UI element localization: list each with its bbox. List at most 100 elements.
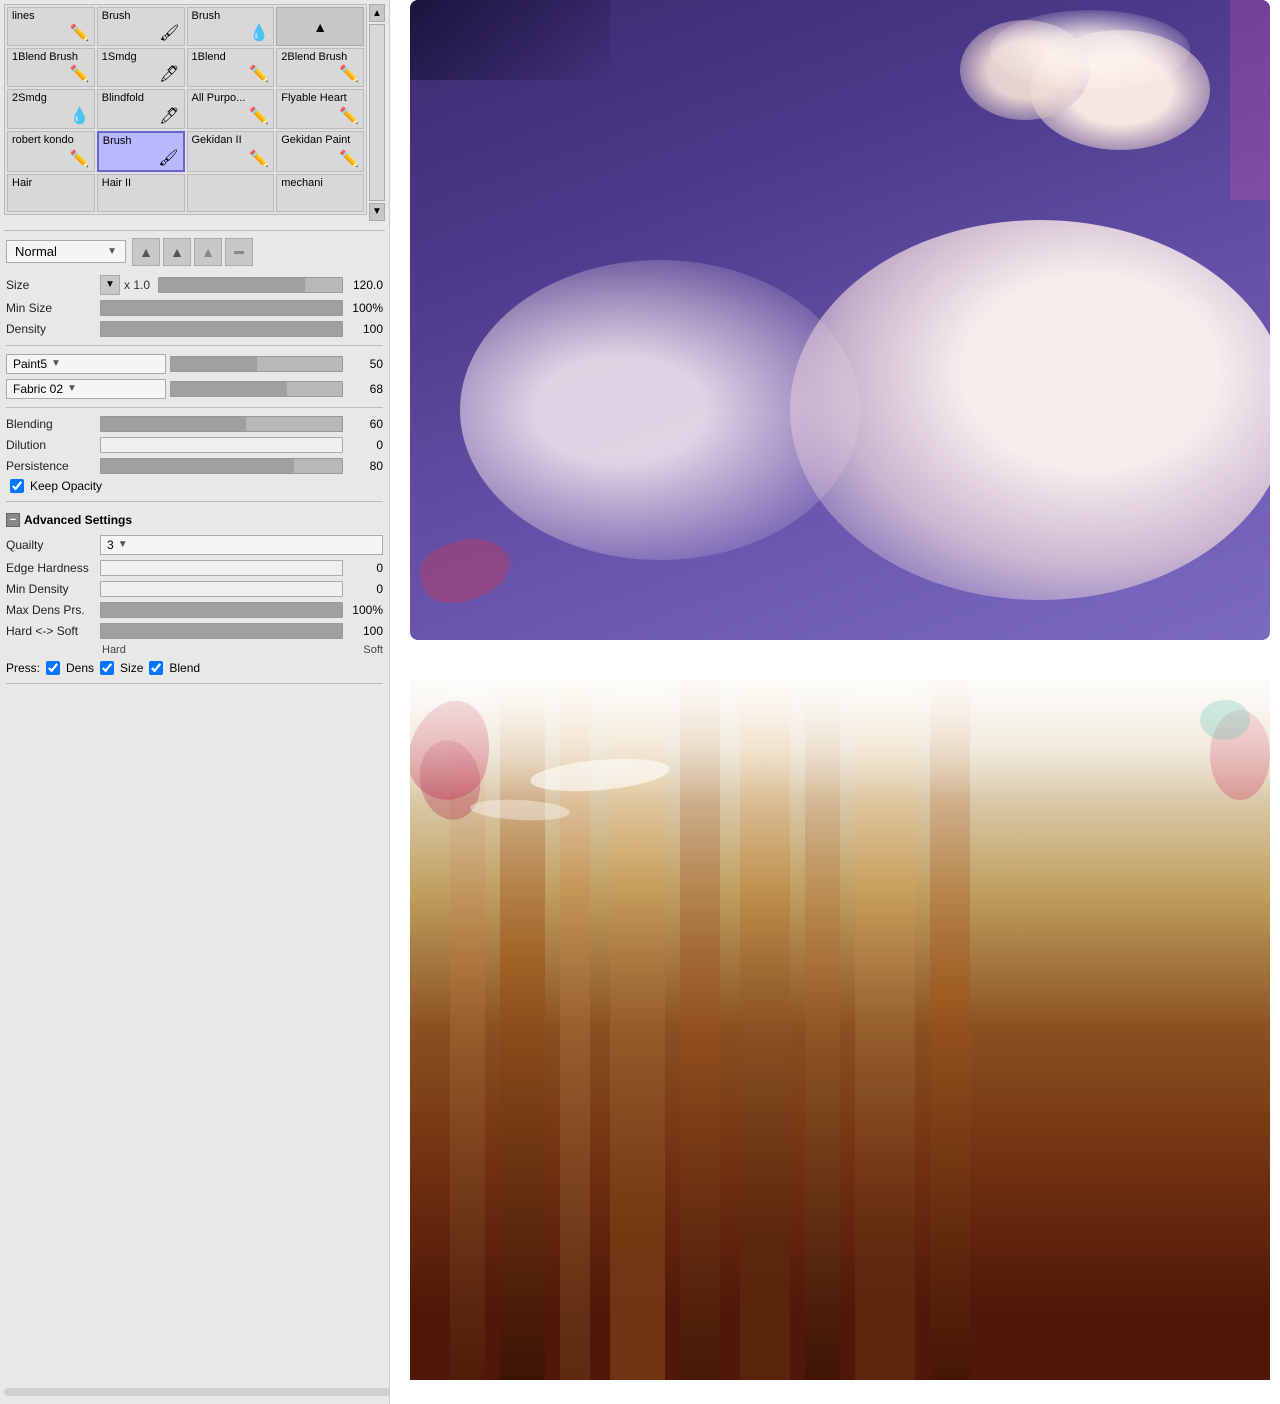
- paint-mark-1: [412, 526, 517, 613]
- brush-grid: lines ✏️ Brush 🖌 Brush 💧 ▲ 1Blend Brush …: [4, 4, 367, 215]
- max-dens-prs-slider[interactable]: [100, 602, 343, 618]
- brush-cell-hair2[interactable]: Hair II: [97, 174, 185, 212]
- brush-cell-blindfold[interactable]: Blindfold 🖊: [97, 89, 185, 128]
- blending-slider[interactable]: [100, 416, 343, 432]
- density-slider[interactable]: [100, 321, 343, 337]
- paint-mark-edge: [1230, 0, 1270, 200]
- shape-btn-4[interactable]: ▬: [225, 238, 253, 266]
- brush-cell-empty: [187, 174, 275, 212]
- brush-cell-robert[interactable]: robert kondo ✏️: [7, 131, 95, 172]
- brush-cell-gekidan2[interactable]: Gekidan II ✏️: [187, 131, 275, 172]
- brush-cell-2smdg[interactable]: 2Smdg 💧: [7, 89, 95, 128]
- brush-type2-dropdown[interactable]: Fabric 02 ▼: [6, 379, 166, 399]
- max-dens-prs-label: Max Dens Prs.: [6, 603, 96, 617]
- brush-type2-row: Fabric 02 ▼ 68: [6, 379, 383, 399]
- quality-arrow: ▼: [118, 539, 128, 550]
- persistence-fill: [101, 459, 294, 473]
- brush-cell-2blend[interactable]: 2Blend Brush ✏️: [276, 48, 364, 87]
- brush-cell-1blend2[interactable]: 1Blend ✏️: [187, 48, 275, 87]
- canvas-panel[interactable]: [390, 0, 1280, 1404]
- persistence-label: Persistence: [6, 459, 96, 473]
- cloud-3: [990, 10, 1190, 90]
- brush-name-2blend: 2Blend Brush: [281, 51, 347, 64]
- quality-value: 3: [107, 538, 114, 552]
- press-dens-checkbox[interactable]: [46, 661, 60, 675]
- press-size-checkbox[interactable]: [100, 661, 114, 675]
- keep-opacity-row: Keep Opacity: [6, 479, 383, 493]
- keep-opacity-checkbox[interactable]: [10, 479, 24, 493]
- brush-cell-gekidanpaint[interactable]: Gekidan Paint ✏️: [276, 131, 364, 172]
- brush-cell-brush1[interactable]: Brush 🖌: [97, 7, 185, 46]
- brush-name-1smdg: 1Smdg: [102, 51, 137, 64]
- brush-icon-brush2: 💧: [249, 23, 269, 43]
- shape-btn-2[interactable]: ▲: [163, 238, 191, 266]
- brush-name-brush2: Brush: [192, 10, 221, 23]
- brush-type1-slider[interactable]: [170, 356, 343, 372]
- size-label: Size: [6, 278, 96, 292]
- canvas-area[interactable]: [390, 0, 1280, 1404]
- brush-cell-brushsel[interactable]: Brush 🖌: [97, 131, 185, 172]
- brush-name-allpurpo: All Purpo...: [192, 92, 246, 105]
- brush-cell-brush2[interactable]: Brush 💧: [187, 7, 275, 46]
- brush-cell-hair[interactable]: Hair: [7, 174, 95, 212]
- brush-scroll-track[interactable]: [369, 24, 385, 201]
- press-size-label: Size: [120, 661, 143, 675]
- painting-top[interactable]: [410, 0, 1270, 640]
- soft-label: Soft: [363, 644, 383, 656]
- size-slider[interactable]: [158, 277, 343, 293]
- brush-type1-dropdown[interactable]: Paint5 ▼: [6, 354, 166, 374]
- dilution-label: Dilution: [6, 438, 96, 452]
- density-label: Density: [6, 322, 96, 336]
- brush-scroll-up-btn[interactable]: ▲: [369, 4, 385, 22]
- blend-mode-dropdown[interactable]: Normal ▼: [6, 240, 126, 263]
- brush-icon-brush1: 🖌: [159, 23, 179, 43]
- press-dens-label: Dens: [66, 661, 94, 675]
- min-size-slider-fill: [101, 301, 342, 315]
- brush-type1-value: 50: [347, 357, 383, 371]
- press-blend-checkbox[interactable]: [149, 661, 163, 675]
- shape-btn-3[interactable]: ▲: [194, 238, 222, 266]
- brush-type1-arrow: ▼: [51, 358, 61, 369]
- edge-hardness-slider[interactable]: [100, 560, 343, 576]
- painting-gap: [390, 640, 1280, 680]
- min-size-slider[interactable]: [100, 300, 343, 316]
- hard-soft-slider[interactable]: [100, 623, 343, 639]
- brush-icon-flyable: ✏️: [339, 106, 359, 126]
- min-size-slider-container: 100%: [100, 300, 383, 316]
- min-density-slider[interactable]: [100, 581, 343, 597]
- brush-scrollbar: ▲ ▼: [369, 4, 385, 221]
- brush-cell-lines[interactable]: lines ✏️: [7, 7, 95, 46]
- brush-cell-mechani[interactable]: mechani: [276, 174, 364, 212]
- brush-cell-1smdg[interactable]: 1Smdg 🖊: [97, 48, 185, 87]
- size-dropdown[interactable]: ▼: [100, 275, 120, 295]
- hard-soft-slider-container: 100: [100, 623, 383, 639]
- persistence-slider[interactable]: [100, 458, 343, 474]
- advanced-collapse-btn[interactable]: −: [6, 513, 20, 527]
- brush-name-flyable: Flyable Heart: [281, 92, 346, 105]
- shape-btn-1[interactable]: ▲: [132, 238, 160, 266]
- brush-cell-allpurpo[interactable]: All Purpo... ✏️: [187, 89, 275, 128]
- brush-type1-row: Paint5 ▼ 50: [6, 354, 383, 374]
- brush-name-gekidanpaint: Gekidan Paint: [281, 134, 350, 147]
- dilution-slider[interactable]: [100, 437, 343, 453]
- brush-name-2smdg: 2Smdg: [12, 92, 47, 105]
- brush-scroll-up[interactable]: ▲: [276, 7, 364, 46]
- edge-hardness-slider-container: 0: [100, 560, 383, 576]
- brush-name-brush1: Brush: [102, 10, 131, 23]
- brush-cell-1blend[interactable]: 1Blend Brush ✏️: [7, 48, 95, 87]
- keep-opacity-label: Keep Opacity: [30, 479, 102, 493]
- brush-type2-slider[interactable]: [170, 381, 343, 397]
- cloud-large-2: [460, 260, 860, 560]
- divider-5: [6, 683, 383, 684]
- brush-name-1blend: 1Blend Brush: [12, 51, 78, 64]
- painting-bottom[interactable]: [410, 680, 1270, 1380]
- hard-soft-labels-row: Hard Soft: [6, 644, 383, 656]
- quality-dropdown[interactable]: 3 ▼: [100, 535, 383, 555]
- brush-cell-flyable[interactable]: Flyable Heart ✏️: [276, 89, 364, 128]
- brush-name-hair: Hair: [12, 177, 32, 190]
- hard-soft-label: Hard <-> Soft: [6, 624, 96, 638]
- advanced-settings-header[interactable]: − Advanced Settings: [6, 510, 383, 530]
- brush-type2-label: Fabric 02: [13, 382, 63, 396]
- brush-scroll-down-btn[interactable]: ▼: [369, 203, 385, 221]
- press-row: Press: Dens Size Blend: [6, 661, 383, 675]
